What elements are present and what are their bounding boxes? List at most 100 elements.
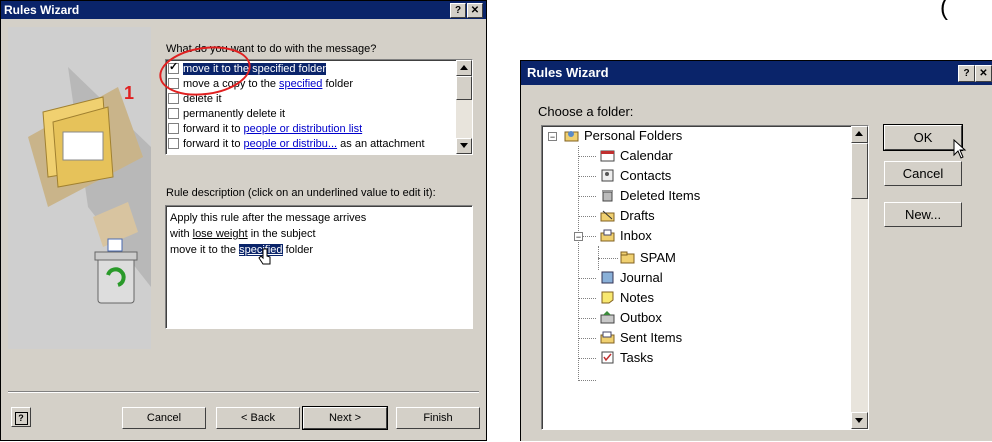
scroll-thumb[interactable] (851, 143, 868, 199)
tree-label: Drafts (620, 208, 655, 223)
tree-label: Tasks (620, 350, 654, 365)
action-move-to-folder[interactable]: move it to the specified folder (168, 61, 327, 76)
tree-item-notes[interactable]: Notes (600, 288, 654, 308)
tree-item-deleted-items[interactable]: Deleted Items (600, 186, 700, 206)
action-label: move a copy to the (183, 78, 279, 90)
tree-item-drafts[interactable]: Drafts (600, 206, 655, 226)
action-permanently-delete[interactable]: permanently delete it (168, 108, 285, 121)
action-label: forward it to (183, 138, 244, 150)
tree-label: Notes (620, 290, 654, 305)
action-forward-attachment[interactable]: forward it to people or distribu... as a… (168, 138, 425, 151)
close-button[interactable]: ✕ (467, 3, 483, 18)
scroll-down-button[interactable] (851, 412, 868, 429)
ok-button[interactable]: OK (883, 124, 963, 151)
checkbox[interactable] (168, 108, 179, 119)
lose-weight-link[interactable]: lose weight (193, 228, 248, 240)
hand-cursor-icon (258, 248, 271, 265)
tree-line (578, 278, 596, 279)
checkbox-checked[interactable] (168, 61, 179, 74)
tree-item-calendar[interactable]: Calendar (600, 146, 673, 166)
action-move-copy[interactable]: move a copy to the specified folder (168, 78, 353, 91)
contacts-icon (601, 169, 614, 182)
tree-line (578, 196, 596, 197)
desc-text: move it to the (170, 244, 240, 256)
cancel-button[interactable]: Cancel (122, 407, 206, 429)
folder-icon (620, 251, 635, 264)
people-link[interactable]: people or distribution list (244, 123, 363, 135)
tree-item-journal[interactable]: Journal (600, 268, 663, 288)
next-button[interactable]: Next > (302, 406, 388, 430)
back-button[interactable]: < Back (216, 407, 300, 429)
scroll-down-button[interactable] (456, 138, 472, 154)
rule-description-label: Rule description (click on an underlined… (166, 187, 436, 199)
title-bar: Rules Wizard ? ✕ (1, 1, 486, 19)
tree-label: Personal Folders (584, 128, 683, 143)
tree-label: Outbox (620, 310, 662, 325)
tree-item-personal-folders[interactable]: Personal Folders (564, 126, 682, 146)
desc-text: in the subject (247, 228, 316, 240)
title-bar: Rules Wizard ? ✕ (521, 61, 992, 85)
finish-button[interactable]: Finish (396, 407, 480, 429)
tree-label: Journal (620, 270, 663, 285)
scroll-up-button[interactable] (851, 126, 868, 143)
tree-item-outbox[interactable]: Outbox (600, 308, 662, 328)
mouse-cursor-icon (953, 139, 967, 159)
tree-line (578, 176, 596, 177)
checkbox[interactable] (168, 123, 179, 134)
action-checklist[interactable]: move it to the specified folder move a c… (165, 59, 473, 155)
checkbox[interactable] (168, 93, 179, 104)
tree-item-tasks[interactable]: Tasks (600, 348, 653, 368)
tree-label: Deleted Items (620, 188, 701, 203)
inbox-icon (600, 229, 615, 242)
rules-wizard-dialog-folder: Rules Wizard ? ✕ Choose a folder: − − Pe… (520, 60, 992, 441)
scroll-up-button[interactable] (456, 60, 472, 76)
action-label: permanently delete it (183, 108, 286, 120)
annotation-number-1: 1 (124, 83, 135, 103)
folder-tree[interactable]: − − Personal Folders Calendar Contacts D… (541, 125, 869, 430)
tree-item-contacts[interactable]: Contacts (600, 166, 671, 186)
illustration-art (8, 27, 151, 349)
drafts-icon (600, 210, 615, 222)
bottom-divider (8, 391, 479, 393)
collapse-toggle[interactable]: − (574, 232, 583, 242)
cancel-button[interactable]: Cancel (884, 161, 962, 186)
new-folder-button[interactable]: New... (884, 202, 962, 227)
rule-description-box: Apply this rule after the message arrive… (165, 205, 473, 329)
tree-label: SPAM (640, 250, 676, 265)
people-link[interactable]: people or distribu... (244, 138, 338, 150)
tree-line (598, 258, 618, 259)
folder-tree-scrollbar[interactable] (851, 126, 868, 429)
help-button[interactable]: ? (11, 407, 31, 427)
action-delete[interactable]: delete it (168, 93, 222, 106)
tree-line (578, 338, 596, 339)
tree-label: Sent Items (620, 330, 683, 345)
action-question-label: What do you want to do with the message? (166, 43, 377, 55)
sent-items-icon (600, 331, 615, 344)
action-label: delete it (183, 93, 222, 105)
tree-item-sent-items[interactable]: Sent Items (600, 328, 682, 348)
tree-label: Inbox (620, 228, 652, 243)
desc-text: folder (282, 244, 314, 256)
action-label: move it to the specified folder (183, 63, 327, 75)
desc-line-3: move it to the specified folder (170, 242, 468, 258)
close-button[interactable]: ✕ (975, 65, 992, 82)
action-forward[interactable]: forward it to people or distribution lis… (168, 123, 362, 136)
checkbox[interactable] (168, 78, 179, 89)
checkbox[interactable] (168, 138, 179, 149)
tree-label: Contacts (620, 168, 672, 183)
tree-item-spam[interactable]: SPAM (620, 248, 676, 268)
action-label: forward it to (183, 123, 244, 135)
window-title: Rules Wizard (4, 3, 80, 17)
rules-wizard-dialog-actions: Rules Wizard ? ✕ What do you want to do … (0, 0, 487, 441)
choose-folder-label: Choose a folder: (538, 104, 634, 119)
action-label-suffix: folder (322, 78, 353, 90)
specified-link[interactable]: specified (279, 78, 322, 90)
help-icon: ? (14, 412, 28, 425)
help-title-button[interactable]: ? (450, 3, 466, 18)
tree-item-inbox[interactable]: Inbox (600, 226, 652, 246)
help-title-button[interactable]: ? (958, 65, 975, 82)
scroll-thumb[interactable] (456, 76, 472, 100)
tree-label: Calendar (620, 148, 673, 163)
action-list-scrollbar[interactable] (456, 60, 472, 154)
collapse-toggle[interactable]: − (548, 132, 557, 142)
